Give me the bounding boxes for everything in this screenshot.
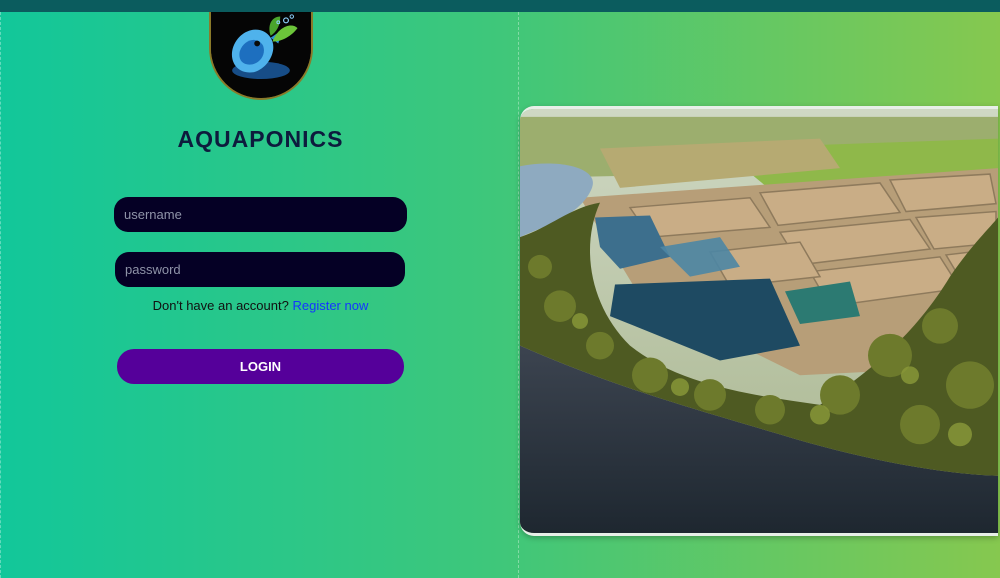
login-panel: AQUAPONICS Don't have an account? Regist… <box>0 12 519 578</box>
register-prompt-line: Don't have an account? Register now <box>1 298 520 313</box>
login-button[interactable]: LOGIN <box>117 349 404 384</box>
aquaculture-aerial-photo <box>520 106 998 536</box>
username-input[interactable] <box>114 197 407 232</box>
fish-leaf-logo-icon <box>209 12 313 100</box>
login-page: AQUAPONICS Don't have an account? Regist… <box>0 0 1000 578</box>
app-title: AQUAPONICS <box>177 126 344 152</box>
register-now-link[interactable]: Register now <box>292 298 368 313</box>
register-prompt-text: Don't have an account? <box>152 298 289 313</box>
password-input[interactable] <box>115 252 405 287</box>
top-bar <box>0 0 1000 12</box>
